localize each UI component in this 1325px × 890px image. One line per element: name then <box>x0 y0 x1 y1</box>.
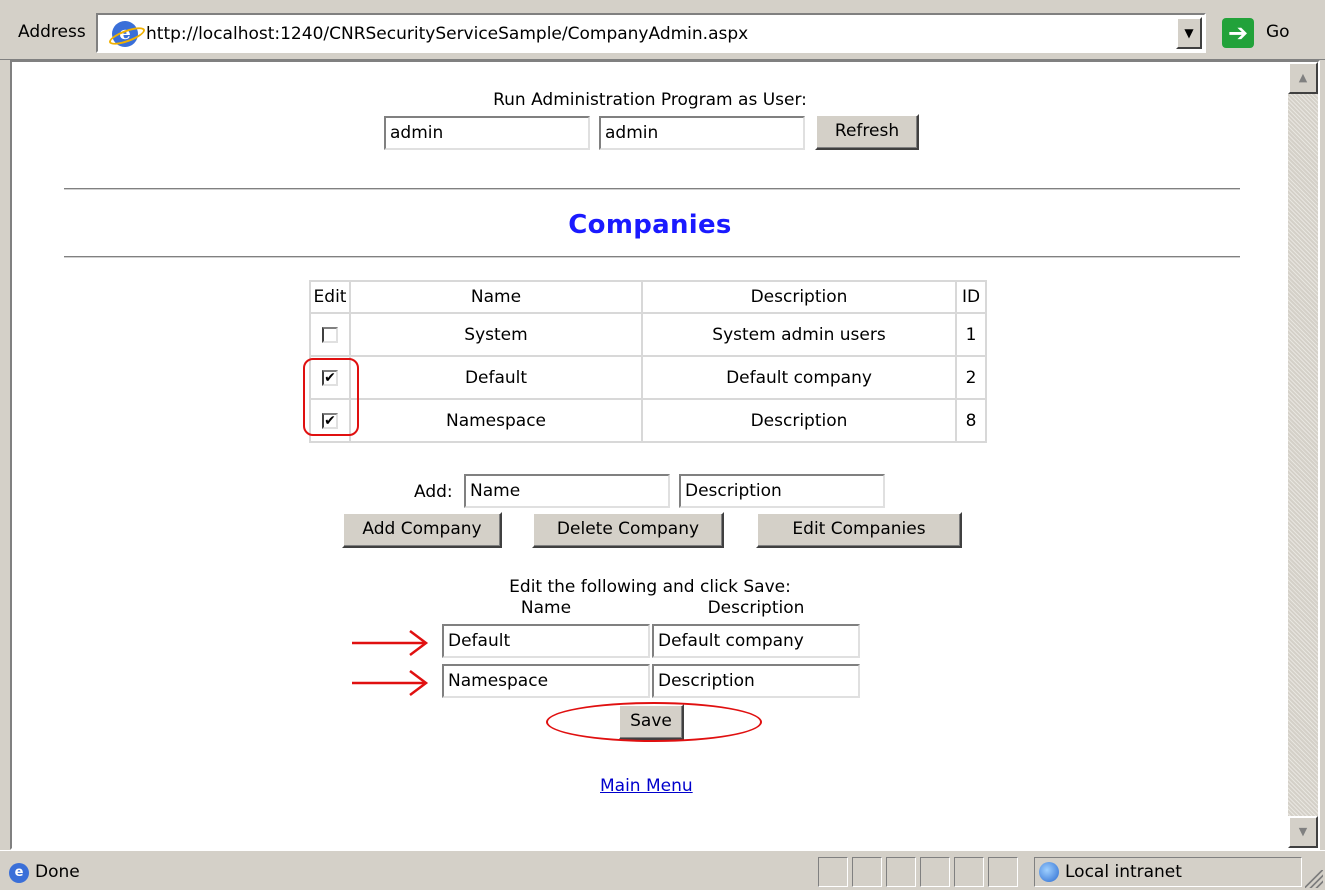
status-pane-empty <box>988 857 1018 887</box>
table-row: ✔ Default Default company 2 <box>309 355 987 400</box>
zone-text: Local intranet <box>1065 862 1182 882</box>
arrow-annotation-icon <box>352 670 429 696</box>
status-pane: e Done <box>4 857 816 887</box>
edit-instruction: Edit the following and click Save: <box>509 577 791 597</box>
section-title: Companies <box>568 210 732 240</box>
table-row: ✔ Namespace Description 8 <box>309 398 987 443</box>
address-dropdown-button[interactable]: ▼ <box>1176 17 1202 49</box>
page-content: Run Administration Program as User: admi… <box>12 62 1288 848</box>
table-row: System System admin users 1 <box>309 312 987 357</box>
status-pane-empty <box>852 857 882 887</box>
address-url: http://localhost:1240/CNRSecurityService… <box>146 24 749 44</box>
go-button[interactable]: ➔ Go <box>1218 14 1318 52</box>
cell-description: System admin users <box>641 312 957 357</box>
table-header-row: Edit Name Description ID <box>309 280 987 314</box>
resize-grip-icon[interactable] <box>1305 870 1323 888</box>
ie-page-icon: e <box>112 21 138 47</box>
address-bar: Address e http://localhost:1240/CNRSecur… <box>0 0 1325 60</box>
add-description-input[interactable]: Description <box>679 474 885 508</box>
col-header-id: ID <box>955 280 987 314</box>
add-company-button[interactable]: Add Company <box>342 512 502 548</box>
address-input[interactable]: e http://localhost:1240/CNRSecurityServi… <box>96 13 1206 53</box>
add-name-input[interactable]: Name <box>464 474 670 508</box>
save-highlight-annotation <box>546 702 762 742</box>
address-label: Address <box>18 22 86 42</box>
arrow-annotation-icon <box>352 630 429 656</box>
edit-name-input[interactable]: Default <box>442 624 650 658</box>
ie-page-icon: e <box>9 863 29 883</box>
edit-name-input[interactable]: Namespace <box>442 664 650 698</box>
divider-top <box>64 188 1240 190</box>
edit-name-header: Name <box>520 598 572 618</box>
divider-bottom <box>64 256 1240 258</box>
cell-description: Description <box>641 398 957 443</box>
run-as-password-input[interactable]: admin <box>599 116 805 150</box>
main-menu-link[interactable]: Main Menu <box>600 776 693 796</box>
cell-id: 1 <box>955 312 987 357</box>
col-header-description: Description <box>641 280 957 314</box>
companies-table: Edit Name Description ID System System a… <box>309 280 987 443</box>
cell-id: 8 <box>955 398 987 443</box>
edit-description-header: Description <box>707 598 805 618</box>
add-label: Add: <box>414 482 453 502</box>
cell-name: Default <box>349 355 643 400</box>
delete-company-button[interactable]: Delete Company <box>532 512 724 548</box>
cell-name: Namespace <box>349 398 643 443</box>
col-header-name: Name <box>349 280 643 314</box>
status-pane-empty <box>818 857 848 887</box>
status-pane-empty <box>920 857 950 887</box>
zone-pane: Local intranet <box>1034 857 1302 887</box>
status-pane-empty <box>954 857 984 887</box>
edit-checkbox[interactable] <box>322 326 338 343</box>
status-bar: e Done Local intranet <box>0 850 1325 890</box>
scroll-up-button[interactable]: ▲ <box>1288 62 1318 94</box>
vertical-scrollbar[interactable]: ▲ ▼ <box>1288 62 1318 848</box>
status-pane-empty <box>886 857 916 887</box>
edit-description-input[interactable]: Description <box>652 664 860 698</box>
browser-viewport: Run Administration Program as User: admi… <box>10 60 1320 850</box>
checkbox-highlight-annotation <box>303 358 359 436</box>
refresh-button[interactable]: Refresh <box>815 114 919 150</box>
run-as-label: Run Administration Program as User: <box>493 90 807 110</box>
go-label: Go <box>1266 22 1290 42</box>
col-header-edit: Edit <box>309 280 351 314</box>
go-arrow-icon: ➔ <box>1222 18 1254 48</box>
cell-name: System <box>349 312 643 357</box>
scroll-down-button[interactable]: ▼ <box>1288 816 1318 848</box>
cell-id: 2 <box>955 355 987 400</box>
intranet-globe-icon <box>1039 862 1059 882</box>
cell-description: Default company <box>641 355 957 400</box>
edit-description-input[interactable]: Default company <box>652 624 860 658</box>
status-text: Done <box>35 862 80 882</box>
edit-companies-button[interactable]: Edit Companies <box>756 512 962 548</box>
run-as-username-input[interactable]: admin <box>384 116 590 150</box>
